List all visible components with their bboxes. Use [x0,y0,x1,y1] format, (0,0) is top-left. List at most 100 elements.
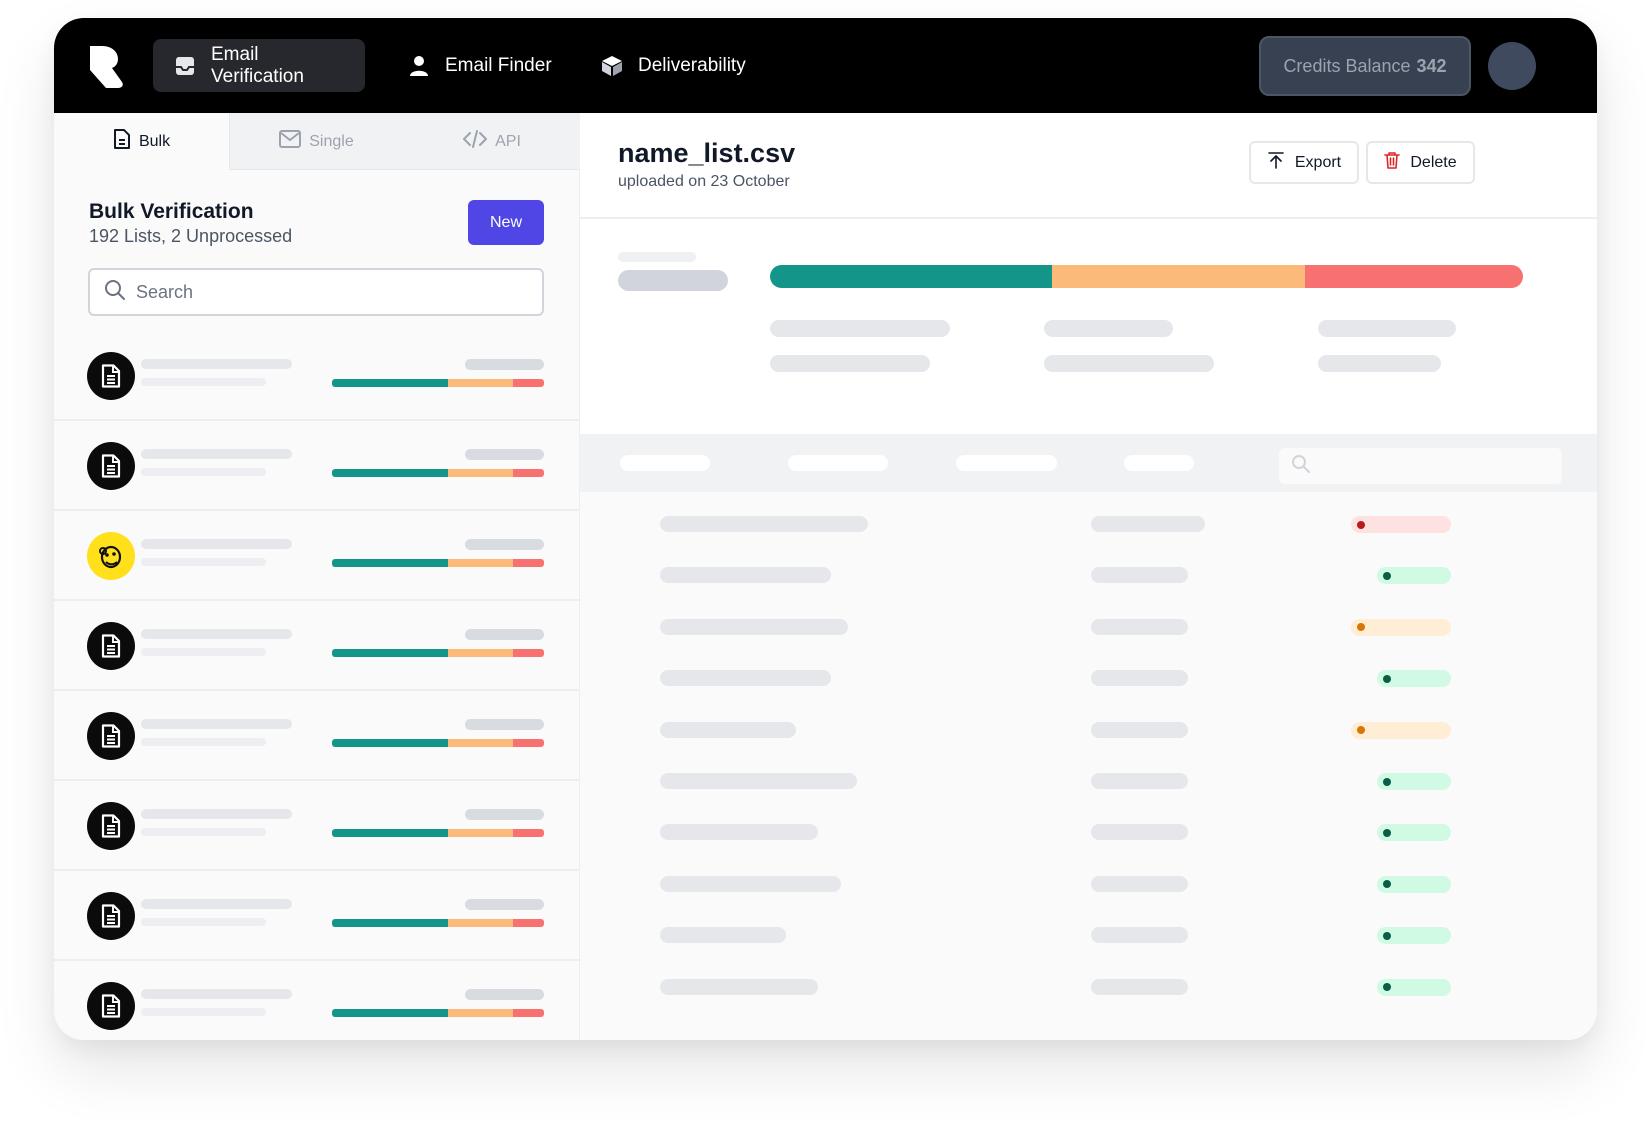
list-item-skeleton [141,1008,266,1016]
export-button[interactable]: Export [1249,141,1359,184]
lists-summary: 192 Lists, 2 Unprocessed [89,226,293,246]
column-header-skeleton[interactable] [956,455,1057,471]
list-item[interactable] [54,871,580,961]
risky-segment [447,739,514,747]
table-row[interactable] [580,543,1597,597]
document-icon [87,892,135,940]
list-search[interactable] [88,268,544,316]
verification-tabs: Bulk Single API [54,113,580,170]
list-item[interactable] [54,961,580,1040]
table-search-field[interactable] [1279,448,1562,484]
list-item-skeleton [141,558,266,566]
list-item-skeleton [141,899,292,909]
email-cell-skeleton [660,978,818,995]
table-row[interactable] [580,749,1597,803]
status-badge [1377,567,1451,585]
detail-cell-skeleton [1091,567,1188,584]
stat-skeleton [770,355,930,372]
nav-label: Deliverability [638,54,746,76]
verification-lists [54,331,580,1040]
list-item-skeleton [141,918,266,926]
table-row[interactable] [580,852,1597,906]
document-icon [87,622,135,670]
nav-email-verification[interactable]: Email Verification [153,39,365,92]
valid-segment [332,1009,448,1017]
status-badge [1377,978,1451,996]
status-badge [1377,670,1451,688]
file-name: name_list.csv [618,138,796,168]
invalid-segment [513,739,544,747]
detail-cell-skeleton [1091,618,1188,635]
tab-bulk[interactable]: Bulk [54,113,229,170]
upload-arrow-icon [1267,151,1285,174]
list-item[interactable] [54,421,580,511]
column-header-skeleton[interactable] [788,455,888,471]
detail-cell-skeleton [1091,875,1188,892]
brand-logo[interactable] [88,44,128,88]
detail-cell-skeleton [1091,927,1188,944]
column-header-skeleton[interactable] [620,455,710,471]
user-avatar[interactable] [1488,42,1536,90]
valid-segment [332,919,448,927]
table-row[interactable] [580,955,1597,1009]
column-header-skeleton[interactable] [1124,455,1194,471]
tab-api[interactable]: API [404,113,580,170]
credits-balance[interactable]: Credits Balance 342 [1259,36,1471,96]
list-item-skeleton [141,449,292,459]
risky-segment [447,649,514,657]
email-cell-skeleton [660,875,841,892]
nav-email-finder[interactable]: Email Finder [387,39,572,92]
nav-label: Email Verification [211,43,304,87]
detail-cell-skeleton [1091,773,1188,789]
list-item[interactable] [54,331,580,421]
tab-label: Single [309,132,354,150]
valid-segment [332,739,448,747]
list-result-bar [332,829,544,837]
email-cell-skeleton [660,567,831,584]
tab-single[interactable]: Single [229,113,404,170]
stat-skeleton [1318,320,1456,337]
detail-cell-skeleton [1091,978,1188,995]
status-dot-icon [1383,777,1391,786]
table-row[interactable] [580,698,1597,752]
list-item[interactable] [54,691,580,781]
overall-results-bar [770,265,1523,288]
list-item-skeleton [465,809,544,820]
list-result-bar [332,379,544,387]
table-row[interactable] [580,492,1597,546]
list-item-skeleton [141,828,266,836]
new-list-button[interactable]: New [468,200,544,245]
invalid-segment [513,1009,544,1017]
table-row[interactable] [580,646,1597,700]
email-cell-skeleton [660,927,786,944]
list-result-bar [332,739,544,747]
document-icon [87,712,135,760]
table-row[interactable] [580,595,1597,649]
risky-segment [447,829,514,837]
status-dot-icon [1383,674,1391,683]
search-input[interactable] [136,281,516,303]
detail-cell-skeleton [1091,670,1188,687]
valid-segment [332,829,448,837]
stat-skeleton [1318,355,1441,372]
list-item[interactable] [54,511,580,601]
table-row[interactable] [580,903,1597,957]
table-row[interactable] [580,800,1597,854]
risky-segment [447,559,514,567]
valid-segment [332,559,448,567]
list-item[interactable] [54,781,580,871]
stat-skeleton [1044,320,1173,337]
detail-cell-skeleton [1091,824,1188,841]
list-item-skeleton [141,738,266,746]
nav-deliverability[interactable]: Deliverability [580,39,766,92]
document-icon [87,442,135,490]
delete-button[interactable]: Delete [1366,141,1475,184]
risky-segment [447,1009,514,1017]
delete-label: Delete [1410,153,1457,171]
document-icon [87,352,135,400]
list-detail-panel: name_list.csv uploaded on 23 October Exp… [580,113,1597,1040]
invalid-segment [513,829,544,837]
list-item[interactable] [54,601,580,691]
detail-cell-skeleton [1091,516,1205,532]
invalid-segment [513,469,544,477]
